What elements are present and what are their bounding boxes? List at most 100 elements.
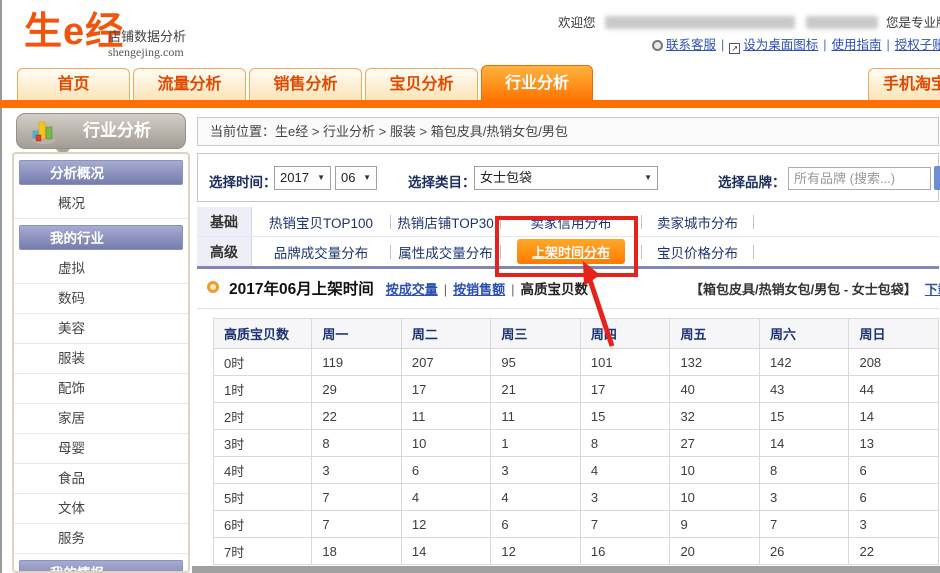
chevron-down-icon: ▼ [317,167,325,189]
table-cell: 8 [580,430,670,457]
header-link[interactable]: 授权子账号 [895,38,940,52]
link-separator: | [887,38,890,52]
time-filter-label: 选择时间： [209,171,277,191]
sidebar-item[interactable]: 美容 [14,314,188,344]
sidebar-item[interactable]: 服务 [14,524,188,554]
header-links: 联系客服|↗设为桌面图标|使用指南|授权子账号 [652,34,940,54]
header-link[interactable]: 设为桌面图标 [743,38,818,52]
table-cell: 207 [401,349,491,376]
analysis-tab[interactable]: 卖家城市分布 [642,212,753,232]
nav-tab[interactable]: 首页 [17,68,130,100]
table-cell: 12 [401,511,491,538]
row-label: 3时 [214,430,312,457]
table-cell: 119 [312,349,402,376]
table-cell: 6 [401,457,491,484]
section-title-row: 2017年06月上架时间按成交量|按销售额|高质宝贝数 【箱包皮具/热销女包/男… [197,277,939,303]
table-cell: 4 [491,484,581,511]
header-link[interactable]: 联系客服 [666,38,716,52]
sidebar-item[interactable]: 家居 [14,404,188,434]
sidebar-item[interactable]: 服装 [14,344,188,374]
view-by-sales-link[interactable]: 按销售额 [453,282,505,297]
table-cell: 16 [580,538,670,565]
row-label: 5时 [214,484,312,511]
analysis-tab[interactable]: 卖家信用分布 [501,212,641,232]
nav-tab-active[interactable]: 行业分析 [481,65,593,100]
logo-subtitle: 店铺数据分析 [108,26,228,45]
nav-tab[interactable]: 宝贝分析 [365,68,478,100]
analysis-tab[interactable]: 宝贝价格分布 [642,242,753,262]
table-cell: 4 [580,457,670,484]
analysis-tab[interactable]: 热销店铺TOP30 [391,212,500,232]
tab-separator [753,245,754,259]
sidebar-item[interactable]: 食品 [14,464,188,494]
analysis-tab[interactable]: 上架时间分布 [501,239,641,264]
view-by-volume-link[interactable]: 按成交量 [386,282,438,297]
welcome-line: 欢迎您 您是专业版用户 [558,12,940,31]
table-cell: 7 [312,484,402,511]
nav-tab[interactable]: 流量分析 [133,68,246,100]
sidebar-item[interactable]: 虚拟 [14,254,188,284]
month-select[interactable]: ▼ 06 [335,166,377,190]
app-window: 生e经 店铺数据分析 shengejing.com 欢迎您 您是专业版用户 联系… [0,0,940,573]
sidebar-item[interactable]: 文体 [14,494,188,524]
horizontal-scrollbar[interactable] [192,566,940,573]
analysis-tab[interactable]: 属性成交量分布 [391,242,500,262]
table-cell: 3 [312,457,402,484]
shortcut-icon: ↗ [729,43,740,54]
table-cell: 14 [401,538,491,565]
table-cell: 15 [580,403,670,430]
welcome-text: 欢迎您 [558,16,596,30]
upload-time-table: 高质宝贝数周一周二周三周四周五周六周日0时1192079510113214220… [213,318,939,565]
brand-search-input[interactable] [788,167,931,190]
table-cell: 10 [670,457,760,484]
analysis-tab[interactable]: 品牌成交量分布 [252,242,390,262]
nav-tab[interactable]: 销售分析 [249,68,362,100]
table-header-cell: 周二 [401,319,491,349]
category-note-text: 【箱包皮具/热销女包/男包 - 女士包袋】 [690,282,917,297]
active-analysis-tab[interactable]: 上架时间分布 [517,239,625,264]
title-divider [197,308,939,309]
blurred-username [605,16,795,29]
tab-separator [753,215,754,229]
sidebar-item[interactable]: 数码 [14,284,188,314]
table-cell: 17 [401,376,491,403]
sidebar-item[interactable]: 配饰 [14,374,188,404]
table-cell: 15 [759,403,849,430]
page-title: 2017年06月上架时间 [229,281,374,298]
analysis-tab[interactable]: 热销宝贝TOP100 [252,212,390,232]
chevron-down-icon: ▼ [363,167,371,189]
table-cell: 208 [849,349,939,376]
table-cell: 12 [491,538,581,565]
brand-search-button[interactable] [934,166,940,190]
sidebar-item[interactable]: 概况 [14,189,188,219]
row-label: 0时 [214,349,312,376]
table-cell: 3 [491,457,581,484]
table-cell: 14 [759,430,849,457]
table-cell: 29 [312,376,402,403]
table-header-cell: 周四 [580,319,670,349]
table-header-cell: 周一 [312,319,402,349]
logo[interactable]: 生e经 店铺数据分析 shengejing.com [24,12,124,52]
table-cell: 6 [491,511,581,538]
nav-active-bar [0,100,940,108]
table-cell: 44 [849,376,939,403]
table-cell: 40 [670,376,760,403]
table-row: 3时81018271413 [214,430,939,457]
table-cell: 14 [849,403,939,430]
sidebar-menu: 分析概况概况我的行业虚拟数码美容服装配饰家居母婴食品文体服务我的情报 [12,152,190,573]
tab-row-advanced: 高级品牌成交量分布属性成交量分布上架时间分布宝贝价格分布 [197,237,939,266]
year-select[interactable]: ▼ 2017 [274,166,331,190]
sidebar-item[interactable]: 母婴 [14,434,188,464]
header-link[interactable]: 使用指南 [832,38,882,52]
download-link[interactable]: 下载 [925,282,940,297]
table-header-cell: 周六 [759,319,849,349]
row-label: 7时 [214,538,312,565]
table-cell: 13 [849,430,939,457]
nav-tab-mobile-taobao[interactable]: 手机淘宝版 [868,68,940,100]
sidebar-section-header: 我的行业 [19,225,183,250]
link-separator: | [721,38,724,52]
logo-domain: shengejing.com [108,45,228,60]
category-select[interactable]: ▼ 女士包袋 [474,166,658,190]
table-cell: 3 [580,484,670,511]
table-cell: 17 [580,376,670,403]
